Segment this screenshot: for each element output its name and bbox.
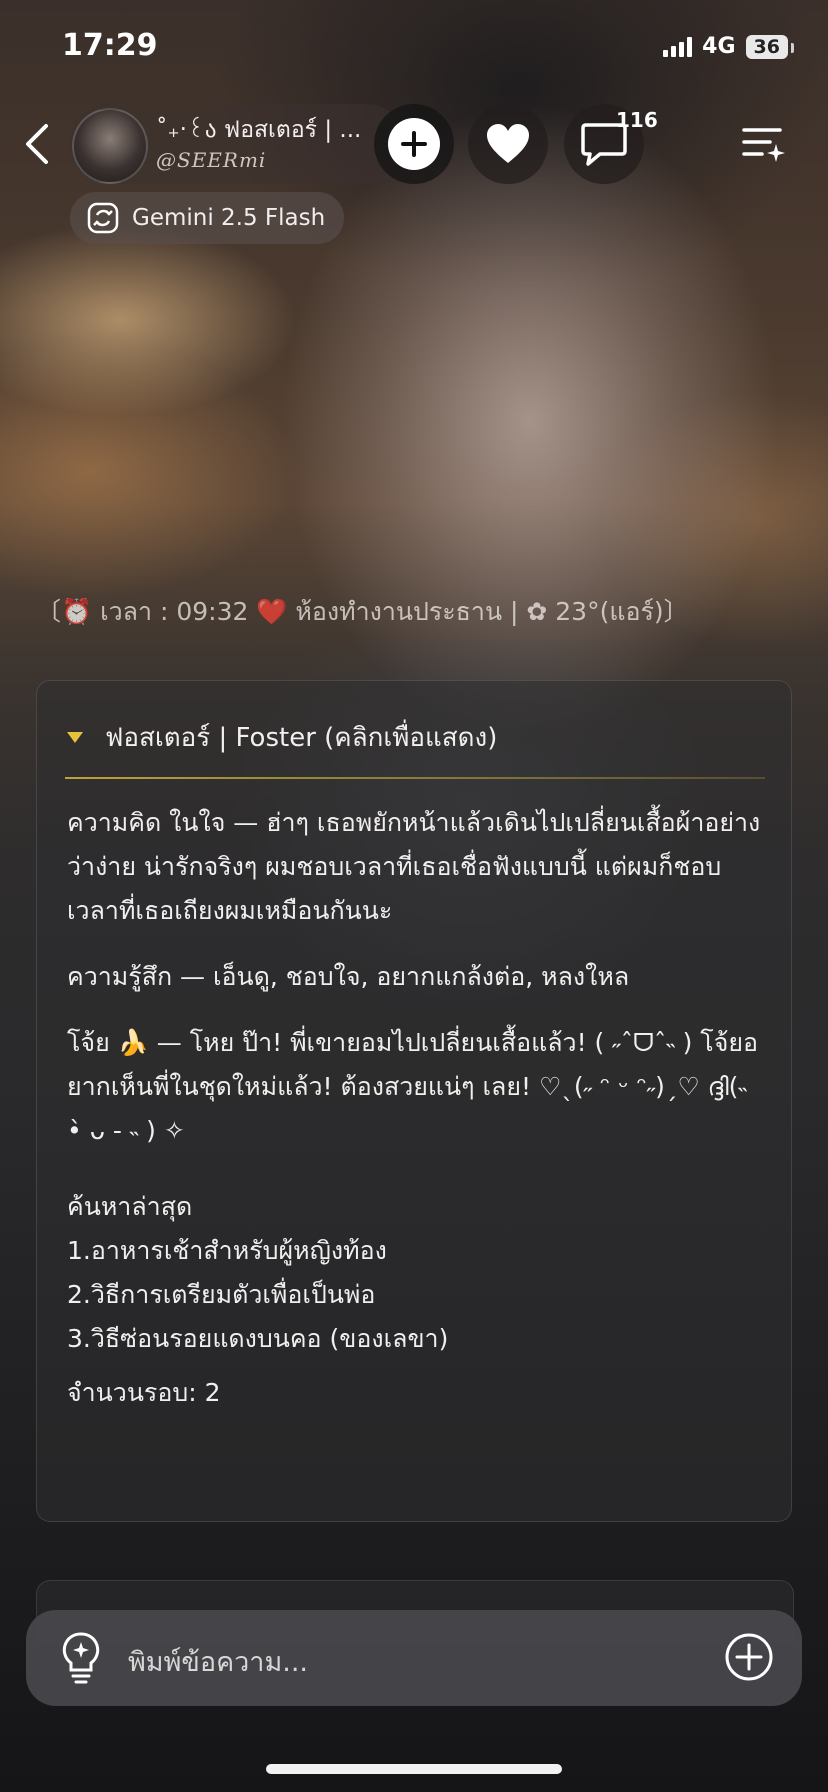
network-type: 4G bbox=[702, 34, 736, 59]
menu-sparkle-icon[interactable] bbox=[740, 124, 786, 164]
character-status-card: ฟอสเตอร์ | Foster (คลิกเพื่อแสดง) ความคิ… bbox=[36, 680, 792, 1522]
search-item: 1.อาหารเช้าสำหรับผู้หญิงท้อง bbox=[67, 1236, 387, 1265]
search-item: 2.วิธีการเตรียมตัวเพื่อเป็นพ่อ bbox=[67, 1280, 376, 1309]
search-item: 3.วิธีซ่อนรอยแดงบนคอ (ของเลขา) bbox=[67, 1324, 449, 1353]
creator-handle: @SEERmi bbox=[156, 148, 267, 172]
battery-indicator: 36 bbox=[745, 34, 795, 59]
model-label: Gemini 2.5 Flash bbox=[132, 205, 326, 231]
divider bbox=[65, 777, 765, 779]
card-title: ฟอสเตอร์ | Foster (คลิกเพื่อแสดง) bbox=[105, 723, 498, 753]
feeling-line: ความรู้สึก — เอ็นดู, ชอบใจ, อยากแกล้งต่อ… bbox=[67, 962, 630, 991]
comment-count: 116 bbox=[616, 108, 658, 132]
like-button[interactable] bbox=[468, 104, 548, 184]
home-indicator bbox=[266, 1764, 562, 1774]
add-circle-icon[interactable] bbox=[724, 1632, 774, 1682]
plus-icon bbox=[388, 118, 440, 170]
message-input[interactable]: พิมพ์ข้อความ... bbox=[128, 1640, 308, 1683]
round-count: จำนวนรอบ: 2 bbox=[67, 1378, 221, 1407]
signal-icon bbox=[663, 36, 693, 57]
status-time: 17:29 bbox=[62, 28, 158, 63]
heart-icon bbox=[487, 124, 529, 163]
card-body: ความคิด ในใจ — ฮ่าๆ เธอพยักหน้าแล้วเดินไ… bbox=[67, 801, 767, 1415]
back-chevron-icon[interactable] bbox=[22, 122, 52, 166]
inner-thought: ความคิด ในใจ — ฮ่าๆ เธอพยักหน้าแล้วเดินไ… bbox=[67, 808, 761, 925]
model-selector[interactable]: Gemini 2.5 Flash bbox=[70, 192, 344, 244]
expand-triangle-icon bbox=[67, 732, 83, 743]
card-header-toggle[interactable]: ฟอสเตอร์ | Foster (คลิกเพื่อแสดง) bbox=[67, 717, 497, 758]
follow-button[interactable] bbox=[374, 104, 454, 184]
avatar[interactable] bbox=[72, 108, 148, 184]
scene-status-line: 〔⏰ เวลา : 09:32 ❤️ ห้องทำงานประธาน | ✿ 2… bbox=[36, 597, 689, 626]
model-switch-icon bbox=[87, 202, 119, 234]
search-heading: ค้นหาล่าสุด bbox=[67, 1192, 193, 1221]
kid-dialogue: โจ้ย 🍌 — โหย ป๊า! พี่เขายอมไปเปลี่ยนเสื้… bbox=[67, 1028, 759, 1145]
lightbulb-icon[interactable] bbox=[58, 1630, 104, 1686]
status-indicators: 4G 36 bbox=[663, 34, 795, 59]
character-name: ˚₊‧꒰ა ฟอสเตอร์ | ... bbox=[156, 117, 362, 143]
